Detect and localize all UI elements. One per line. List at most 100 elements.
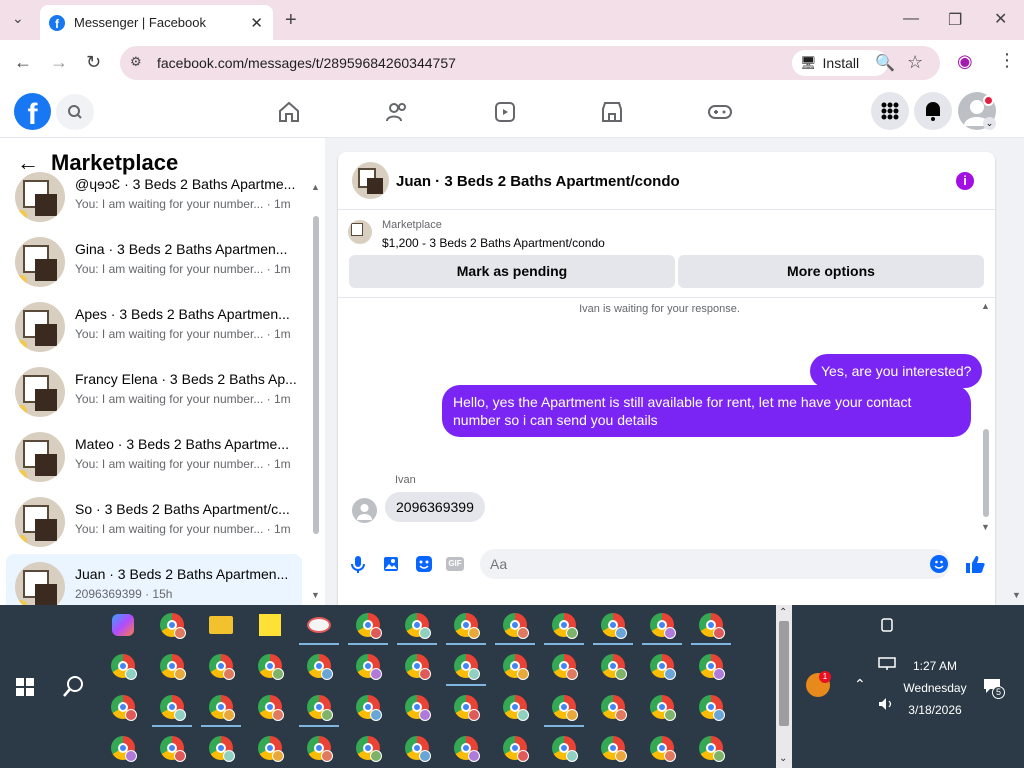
chrome-profile-icon[interactable] [501,611,529,639]
chat-title[interactable]: Juan · 3 Beds 2 Baths Apartment/condo [396,173,680,190]
chrome-profile-icon[interactable] [452,652,480,680]
taskbar-search-icon[interactable] [61,675,85,699]
info-icon[interactable]: i [956,172,974,190]
sidebar-scrollbar[interactable] [313,216,319,534]
chrome-profile-icon[interactable] [109,652,137,680]
chrome-profile-icon[interactable] [207,734,235,762]
chrome-profile-icon[interactable] [697,693,725,721]
pen-menu-icon[interactable] [879,617,895,633]
chrome-profile-icon[interactable] [109,734,137,762]
browser-menu-icon[interactable]: ⋮ [998,50,1016,71]
taskbar-scrollbar[interactable]: ⌃ ⌄ [776,605,792,768]
conversation-item[interactable]: @ɥɘɔƐ · 3 Beds 2 Baths Apartme... You: I … [6,164,302,224]
conversation-item[interactable]: Mateo · 3 Beds 2 Baths Apartme... You: I … [6,424,302,484]
chrome-profile-icon[interactable] [599,652,627,680]
watch-icon[interactable] [493,100,517,124]
chrome-profile-icon[interactable] [256,734,284,762]
chrome-profile-icon[interactable] [403,693,431,721]
chrome-profile-icon[interactable] [648,734,676,762]
chrome-profile-icon[interactable] [697,734,725,762]
search-button[interactable] [56,94,94,130]
chrome-profile-icon[interactable] [501,734,529,762]
chrome-profile-icon[interactable] [158,652,186,680]
microphone-icon[interactable] [350,555,366,573]
clock[interactable]: 1:27 AM Wednesday 3/18/2026 [900,655,970,721]
chat-avatar[interactable] [352,162,389,199]
conversation-item[interactable]: Apes · 3 Beds 2 Baths Apartmen... You: I … [6,294,302,354]
back-icon[interactable]: ← [14,52,32,73]
thread-scrollbar[interactable] [983,429,989,517]
conversation-item[interactable]: So · 3 Beds 2 Baths Apartment/c... You: I… [6,489,302,549]
chrome-profile-icon[interactable] [256,652,284,680]
listing-thumbnail[interactable] [348,220,372,244]
gaming-icon[interactable] [707,100,733,124]
scroll-up-icon[interactable]: ▲ [311,182,320,192]
bookmark-star-icon[interactable]: ☆ [907,52,923,73]
conversation-item[interactable]: Gina · 3 Beds 2 Baths Apartmen... You: I … [6,229,302,289]
windows-start-icon[interactable] [16,678,34,696]
chrome-profile-icon[interactable] [452,611,480,639]
chrome-profile-icon[interactable] [501,693,529,721]
mark-as-pending-button[interactable]: Mark as pending [349,255,675,288]
conversation-item[interactable]: Juan · 3 Beds 2 Baths Apartmen... 2096369… [6,554,302,605]
chrome-profile-icon[interactable] [158,693,186,721]
new-tab-icon[interactable]: + [285,9,297,32]
show-hidden-icons-icon[interactable]: ⌃ [854,676,866,693]
chrome-profile-icon[interactable] [207,652,235,680]
window-close-icon[interactable]: ✕ [994,9,1007,29]
more-options-button[interactable]: More options [678,255,984,288]
chrome-profile-icon[interactable] [305,652,333,680]
listing-title[interactable]: $1,200 - 3 Beds 2 Baths Apartment/condo [382,236,605,250]
thumbs-up-icon[interactable] [964,553,986,575]
chrome-profile-icon[interactable] [648,652,676,680]
chrome-profile-icon[interactable] [501,652,529,680]
chrome-profile-icon[interactable] [550,652,578,680]
conversation-item[interactable]: Francy Elena · 3 Beds 2 Baths Ap... You: … [6,359,302,419]
sticker-icon[interactable] [415,555,433,573]
notification-center-button[interactable]: 5 [983,678,1005,699]
friends-icon[interactable] [385,100,409,124]
thread-scroll-up-icon[interactable]: ▲ [981,301,990,311]
chrome-profile-icon[interactable] [207,693,235,721]
sticky-notes-icon[interactable] [256,611,284,639]
url-text[interactable]: facebook.com/messages/t/2895968426034475… [157,55,456,71]
chrome-profile-icon[interactable] [354,611,382,639]
file-explorer-icon[interactable] [207,611,235,639]
message-input[interactable] [480,549,950,579]
site-info-icon[interactable]: ⚙ [130,54,142,70]
chrome-profile-icon[interactable] [550,693,578,721]
snipping-tool-icon[interactable] [305,611,333,639]
sender-avatar[interactable] [352,498,377,523]
chrome-profile-icon[interactable] [354,652,382,680]
chrome-profile-icon[interactable] [256,693,284,721]
home-icon[interactable] [277,100,301,124]
chrome-profile-icon[interactable] [354,734,382,762]
emoji-icon[interactable] [930,555,948,573]
network-icon[interactable] [878,657,896,671]
chrome-profile-icon[interactable] [452,734,480,762]
chrome-profile-icon[interactable] [158,734,186,762]
chrome-profile-icon[interactable] [550,734,578,762]
chrome-profile-icon[interactable] [109,693,137,721]
chrome-profile-icon[interactable] [354,693,382,721]
chrome-profile-icon[interactable] [697,652,725,680]
chrome-profile-icon[interactable] [452,693,480,721]
chrome-profile-icon[interactable] [648,611,676,639]
chrome-profile-icon[interactable] [599,734,627,762]
profile-icon[interactable]: ◉ [957,51,973,72]
chrome-profile-icon[interactable] [158,611,186,639]
install-button[interactable]: 🖥 Install [792,50,888,76]
notifications-button[interactable] [914,92,952,130]
scroll-down-icon[interactable]: ▼ [311,590,320,600]
chrome-profile-icon[interactable] [403,611,431,639]
chrome-profile-icon[interactable] [305,734,333,762]
chrome-profile-icon[interactable] [305,693,333,721]
account-avatar[interactable]: ⌄ [958,92,996,130]
tab-close-icon[interactable]: ✕ [250,14,263,32]
chrome-profile-icon[interactable] [648,693,676,721]
thread-scroll-down-icon[interactable]: ▼ [981,522,990,532]
chrome-profile-icon[interactable] [697,611,725,639]
weather-icon[interactable]: 1 [806,671,831,697]
chrome-profile-icon[interactable] [599,611,627,639]
chrome-profile-icon[interactable] [550,611,578,639]
